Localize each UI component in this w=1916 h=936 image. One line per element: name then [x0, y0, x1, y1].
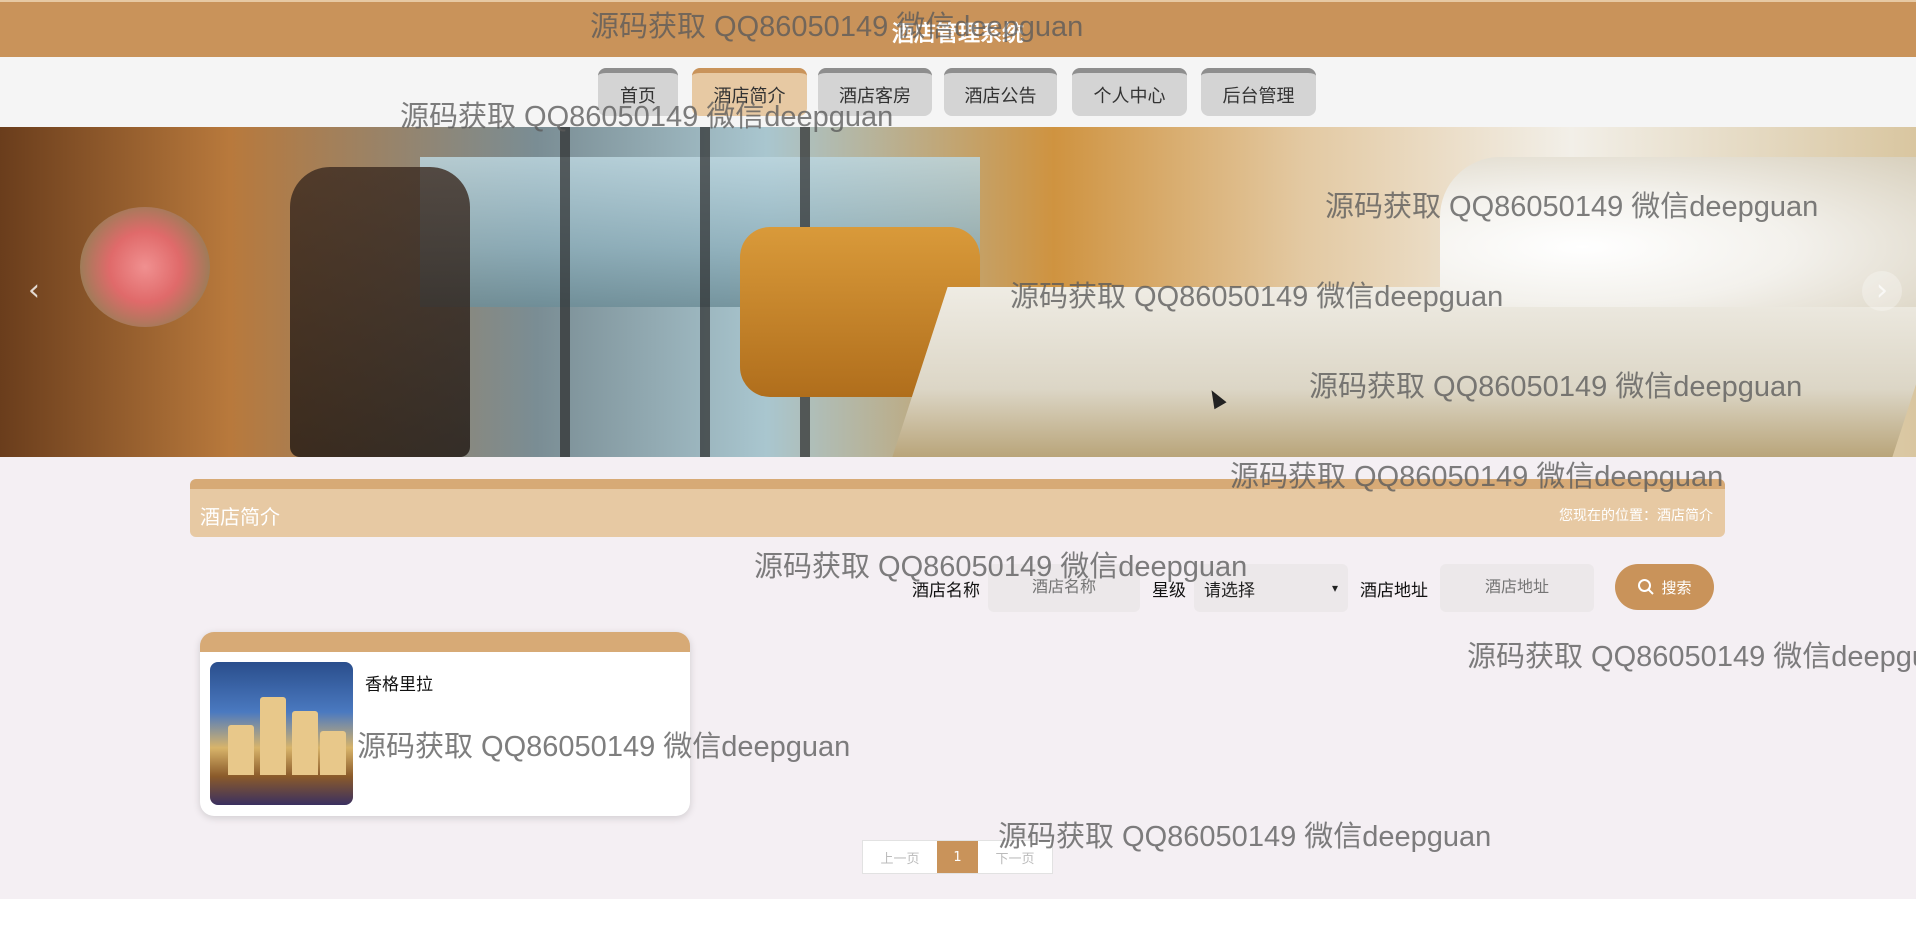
- hotel-card[interactable]: 香格里拉: [200, 632, 690, 816]
- star-select-value: 请选择: [1204, 580, 1255, 601]
- nav-hotel-intro[interactable]: 酒店简介: [692, 68, 807, 116]
- nav-hotel-notices[interactable]: 酒店公告: [944, 68, 1057, 116]
- window-frame: [560, 127, 570, 457]
- chevron-right-icon[interactable]: ›: [1862, 271, 1902, 311]
- building-shape: [320, 731, 346, 775]
- banner-pillows: [1440, 157, 1916, 307]
- main-nav: 首页 酒店简介 酒店客房 酒店公告 个人中心 后台管理: [0, 57, 1916, 127]
- hotel-name-input[interactable]: [988, 564, 1140, 612]
- search-button[interactable]: 搜索: [1615, 564, 1714, 610]
- hotel-address-label: 酒店地址: [1360, 580, 1428, 601]
- building-shape: [260, 697, 286, 775]
- content-area: 酒店简介 您现在的位置：酒店简介 酒店名称 星级 请选择 ▾ 酒店地址 搜索 香…: [0, 457, 1916, 899]
- hotel-thumbnail[interactable]: [210, 662, 353, 805]
- nav-admin[interactable]: 后台管理: [1201, 68, 1316, 116]
- site-title: 酒店管理系统: [891, 22, 1024, 47]
- nav-hotel-rooms[interactable]: 酒店客房: [818, 68, 932, 116]
- banner-office-chair: [290, 167, 470, 457]
- prev-page-button[interactable]: 上一页: [863, 841, 937, 873]
- nav-home[interactable]: 首页: [598, 68, 678, 116]
- building-shape: [292, 711, 318, 775]
- nav-personal-center[interactable]: 个人中心: [1072, 68, 1187, 116]
- banner-flowers: [80, 207, 210, 327]
- hotel-name[interactable]: 香格里拉: [365, 670, 433, 695]
- footer: [0, 899, 1916, 936]
- banner-carousel[interactable]: ‹ ›: [0, 127, 1916, 457]
- star-label: 星级: [1152, 580, 1186, 601]
- search-bar: 酒店名称 星级 请选择 ▾ 酒店地址: [912, 563, 1594, 613]
- current-page[interactable]: 1: [937, 841, 978, 873]
- star-select[interactable]: 请选择 ▾: [1194, 564, 1348, 612]
- banner-bed: [892, 287, 1916, 457]
- header-bar: 酒店管理系统: [0, 0, 1916, 57]
- search-icon: [1638, 579, 1655, 595]
- pagination: 上一页 1 下一页: [862, 840, 1053, 874]
- breadcrumb: 您现在的位置：酒店简介: [1559, 508, 1713, 524]
- chevron-down-icon: ▾: [1331, 581, 1338, 595]
- search-button-label: 搜索: [1661, 578, 1692, 597]
- next-page-button[interactable]: 下一页: [978, 841, 1052, 873]
- section-header: 酒店简介 您现在的位置：酒店简介: [190, 479, 1725, 537]
- hotel-address-input[interactable]: [1440, 564, 1594, 612]
- hotel-name-label: 酒店名称: [912, 580, 980, 601]
- section-title: 酒店简介: [200, 505, 280, 529]
- window-frame: [700, 127, 710, 457]
- building-shape: [228, 725, 254, 775]
- chevron-left-icon[interactable]: ‹: [14, 271, 54, 311]
